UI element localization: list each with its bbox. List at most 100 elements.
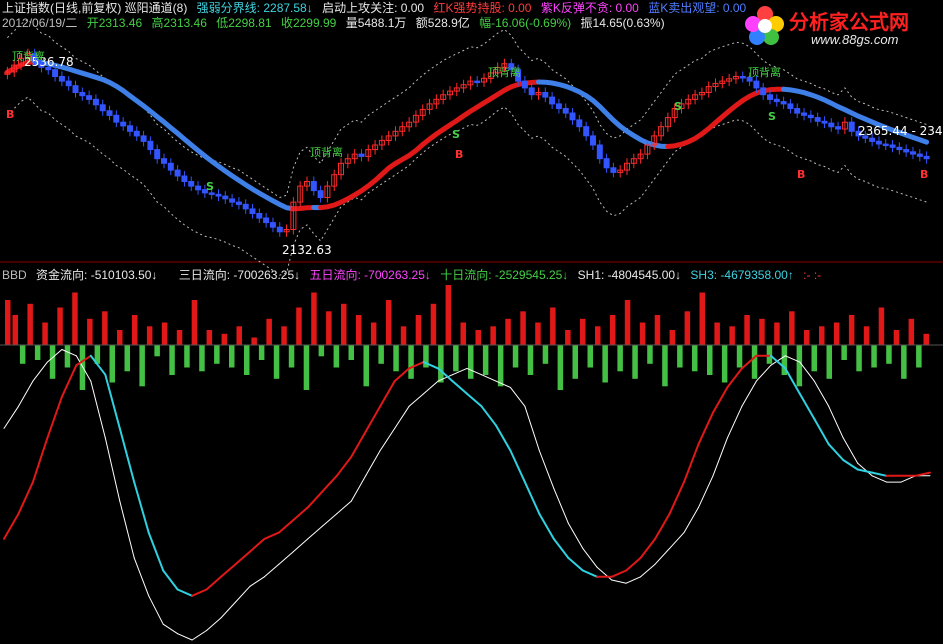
bbd-bar xyxy=(565,330,571,345)
bbd-bar xyxy=(199,345,205,372)
candle-body xyxy=(147,140,154,151)
candle-body xyxy=(256,213,263,219)
bbd-bar xyxy=(72,292,78,345)
candle-body xyxy=(120,121,127,127)
candle-body xyxy=(739,76,746,79)
line-sh1-segment xyxy=(538,450,555,489)
bbd-bar xyxy=(154,345,160,357)
candle-body xyxy=(215,193,222,197)
bbd-bar xyxy=(348,345,354,360)
line-sh3-segment xyxy=(552,537,570,559)
bbd-bar xyxy=(326,311,332,346)
line-sh1-segment xyxy=(871,475,888,483)
line-sh1-segment xyxy=(698,475,714,508)
line-sh3-segment xyxy=(205,575,222,591)
candle-body xyxy=(99,104,106,112)
bbd-bar xyxy=(505,318,511,346)
candle-body xyxy=(555,103,562,110)
candle-body xyxy=(583,126,590,137)
candle-body xyxy=(269,222,276,228)
candle-body xyxy=(52,69,59,77)
line-sh3-segment xyxy=(538,512,555,540)
bbd-bar xyxy=(482,345,489,375)
candle-body xyxy=(590,135,596,146)
bbd-bar xyxy=(146,326,153,346)
line-sh3-segment xyxy=(610,569,628,578)
candle-body xyxy=(549,96,556,105)
line-sh1-segment xyxy=(263,563,280,578)
line-sh3-segment xyxy=(581,569,599,578)
bbd-bar xyxy=(490,326,496,346)
candle-body xyxy=(263,217,270,224)
line-sh1-segment xyxy=(481,374,497,382)
bbd-bar xyxy=(415,315,422,345)
bbd-bar xyxy=(878,307,885,345)
bbd-bar xyxy=(139,345,145,387)
candle-body xyxy=(188,181,195,187)
bbd-bar xyxy=(751,345,758,379)
line-sh1-segment xyxy=(683,506,699,534)
candle-body xyxy=(610,167,617,173)
line-sh1-segment xyxy=(191,630,208,641)
bbd-bar xyxy=(378,345,384,364)
line-sh1-segment xyxy=(278,551,294,565)
candle-body xyxy=(882,143,889,147)
line-sh1-segment xyxy=(307,525,323,540)
candle-body xyxy=(474,80,481,84)
bbd-bar xyxy=(624,300,631,345)
bbd-bar xyxy=(699,292,705,345)
bbd-bar xyxy=(542,345,549,364)
bbd-bar xyxy=(296,307,302,345)
annotation-sell-2: S xyxy=(674,100,682,113)
bbd-bar xyxy=(512,345,519,368)
candle-body xyxy=(767,94,773,100)
bbd-bar xyxy=(714,322,720,345)
bbd-bar xyxy=(639,322,646,345)
line-sh1-segment xyxy=(104,437,121,502)
bbd-bar xyxy=(721,345,728,383)
bbd-bar xyxy=(184,345,190,368)
candle-body xyxy=(787,103,794,110)
bbd-bar xyxy=(871,345,877,368)
bbd-bar xyxy=(684,311,691,346)
bbd-bar xyxy=(460,322,466,345)
bbd-bar xyxy=(729,326,735,346)
bbd-bar xyxy=(901,345,907,379)
candle-body xyxy=(229,198,236,203)
bbd-bar xyxy=(595,326,601,346)
bbd-bar xyxy=(908,318,915,346)
bbd-bar xyxy=(430,303,437,346)
bbd-bar xyxy=(132,315,138,345)
annotation-buy-2: B xyxy=(455,148,463,161)
annotation-top-divergence-3: 顶背离 xyxy=(488,65,521,79)
bbd-panel xyxy=(0,285,943,641)
bbd-bar xyxy=(400,326,407,346)
bbd-bar xyxy=(408,345,414,379)
line-sh3-segment xyxy=(625,556,642,572)
line-sh3-segment xyxy=(306,490,324,509)
candle-body xyxy=(760,87,767,96)
candle-body xyxy=(794,108,801,114)
bbd-bar xyxy=(848,315,855,345)
candle-body xyxy=(317,190,324,198)
line-sh1-segment xyxy=(640,563,656,578)
candle-body xyxy=(235,201,242,205)
right-price-label: 2365.44 - 2348 xyxy=(858,124,943,138)
line-sh3-segment xyxy=(379,380,396,408)
bbd-bar xyxy=(318,345,325,357)
candle-body xyxy=(869,137,876,142)
line-sh1-segment xyxy=(220,601,236,619)
bbd-bar xyxy=(654,315,661,345)
bbd-bar xyxy=(19,345,26,364)
bbd-bar xyxy=(221,333,228,346)
bbd-bar xyxy=(796,345,803,387)
bbd-bar xyxy=(87,318,93,346)
candle-body xyxy=(773,98,780,103)
line-sh1-segment xyxy=(582,547,598,568)
line-sh3-segment xyxy=(220,563,237,578)
candle-body xyxy=(835,126,842,130)
candle-body xyxy=(249,208,256,214)
bbd-bar xyxy=(520,311,526,346)
candle-body xyxy=(72,85,79,93)
bbd-bar xyxy=(886,345,892,364)
